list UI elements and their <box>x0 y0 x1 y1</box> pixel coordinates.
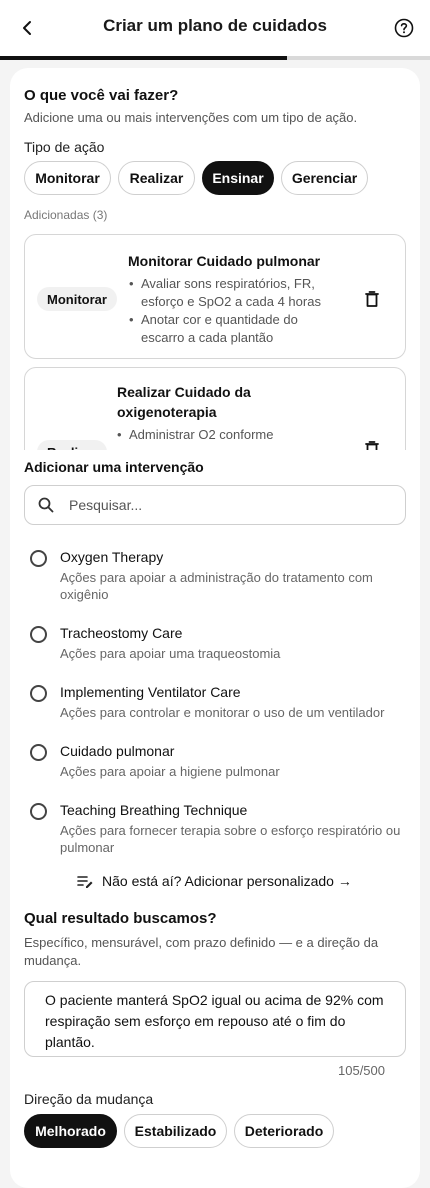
help-button[interactable] <box>390 14 418 42</box>
option-description: Ações para apoiar a higiene pulmonar <box>60 764 280 779</box>
added-count-label: Adicionadas (3) <box>24 208 108 222</box>
intervention-bullet: Avaliar sons respiratórios, FR, esforço … <box>129 275 354 311</box>
add-custom-link[interactable]: Não está aí? Adicionar personalizado → <box>76 873 352 889</box>
intervention-title: Monitorar Cuidado pulmonar <box>128 253 321 269</box>
intervention-title: Realizar Cuidado da oxigenoterapia <box>117 384 251 420</box>
option-description: Ações para apoiar uma traqueostomia <box>60 646 281 661</box>
outcome-textarea[interactable]: O paciente manterá SpO2 igual ou acima d… <box>24 981 406 1057</box>
search-input[interactable]: Pesquisar... <box>69 497 142 513</box>
chip-melhorado[interactable]: Melhorado <box>24 1114 117 1148</box>
back-arrow-icon <box>23 21 31 35</box>
action-tag: Monitorar <box>37 287 117 311</box>
radio-ventilator-care[interactable] <box>30 685 47 702</box>
option-title[interactable]: Tracheostomy Care <box>60 625 182 641</box>
section-heading-outcome: Qual resultado buscamos? <box>24 910 217 927</box>
intervention-bullet: Administrar O2 conforme <box>117 426 317 444</box>
chip-monitorar[interactable]: Monitorar <box>24 161 111 195</box>
chip-ensinar[interactable]: Ensinar <box>202 161 274 195</box>
option-title[interactable]: Cuidado pulmonar <box>60 743 174 759</box>
trash-icon[interactable] <box>363 440 381 450</box>
radio-oxygen-therapy[interactable] <box>30 550 47 567</box>
page-title: Criar um plano de cuidados <box>103 16 327 35</box>
chip-realizar[interactable]: Realizar <box>118 161 195 195</box>
search-field[interactable]: Pesquisar... <box>24 485 406 525</box>
option-description: Ações para fornecer terapia sobre o esfo… <box>60 823 401 855</box>
direction-label: Direção da mudança <box>24 1091 154 1107</box>
chip-deteriorado[interactable]: Deteriorado <box>234 1114 334 1148</box>
chip-gerenciar[interactable]: Gerenciar <box>281 161 368 195</box>
added-intervention-card: Realizar Realizar Cuidado da oxigenotera… <box>24 367 406 450</box>
option-description: Ações para apoiar a administração do tra… <box>60 570 373 602</box>
option-title[interactable]: Implementing Ventilator Care <box>60 684 241 700</box>
chip-estabilizado[interactable]: Estabilizado <box>124 1114 227 1148</box>
option-title[interactable]: Oxygen Therapy <box>60 549 163 565</box>
top-bar: Criar um plano de cuidados <box>0 0 430 56</box>
progress-fill <box>0 56 287 60</box>
back-button[interactable] <box>14 14 42 42</box>
character-counter: 105/500 <box>338 1063 385 1078</box>
section-heading-add: Adicionar uma intervenção <box>24 459 204 475</box>
edit-list-icon <box>77 876 93 888</box>
added-intervention-card: Monitorar Monitorar Cuidado pulmonar Ava… <box>24 234 406 359</box>
option-title[interactable]: Teaching Breathing Technique <box>60 802 247 818</box>
search-icon <box>38 497 54 513</box>
radio-cuidado-pulmonar[interactable] <box>30 744 47 761</box>
intervention-bullet: Anotar cor e quantidade do escarro a cad… <box>129 311 329 347</box>
trash-icon[interactable] <box>363 290 381 308</box>
option-description: Ações para controlar e monitorar o uso d… <box>60 705 385 720</box>
action-tag: Realizar <box>37 440 107 450</box>
section-description-outcome: Específico, mensurável, com prazo defini… <box>24 935 379 968</box>
add-custom-label: Não está aí? Adicionar personalizado → <box>102 873 352 889</box>
section-heading-action: O que você vai fazer? <box>24 87 179 104</box>
progress-bar <box>0 56 430 60</box>
added-interventions-list[interactable]: Monitorar Monitorar Cuidado pulmonar Ava… <box>24 232 406 450</box>
radio-tracheostomy-care[interactable] <box>30 626 47 643</box>
radio-breathing-technique[interactable] <box>30 803 47 820</box>
section-description-action: Adicione uma ou mais intervenções com um… <box>24 110 358 125</box>
help-circle-icon <box>394 18 414 38</box>
action-type-label: Tipo de ação <box>24 139 105 155</box>
